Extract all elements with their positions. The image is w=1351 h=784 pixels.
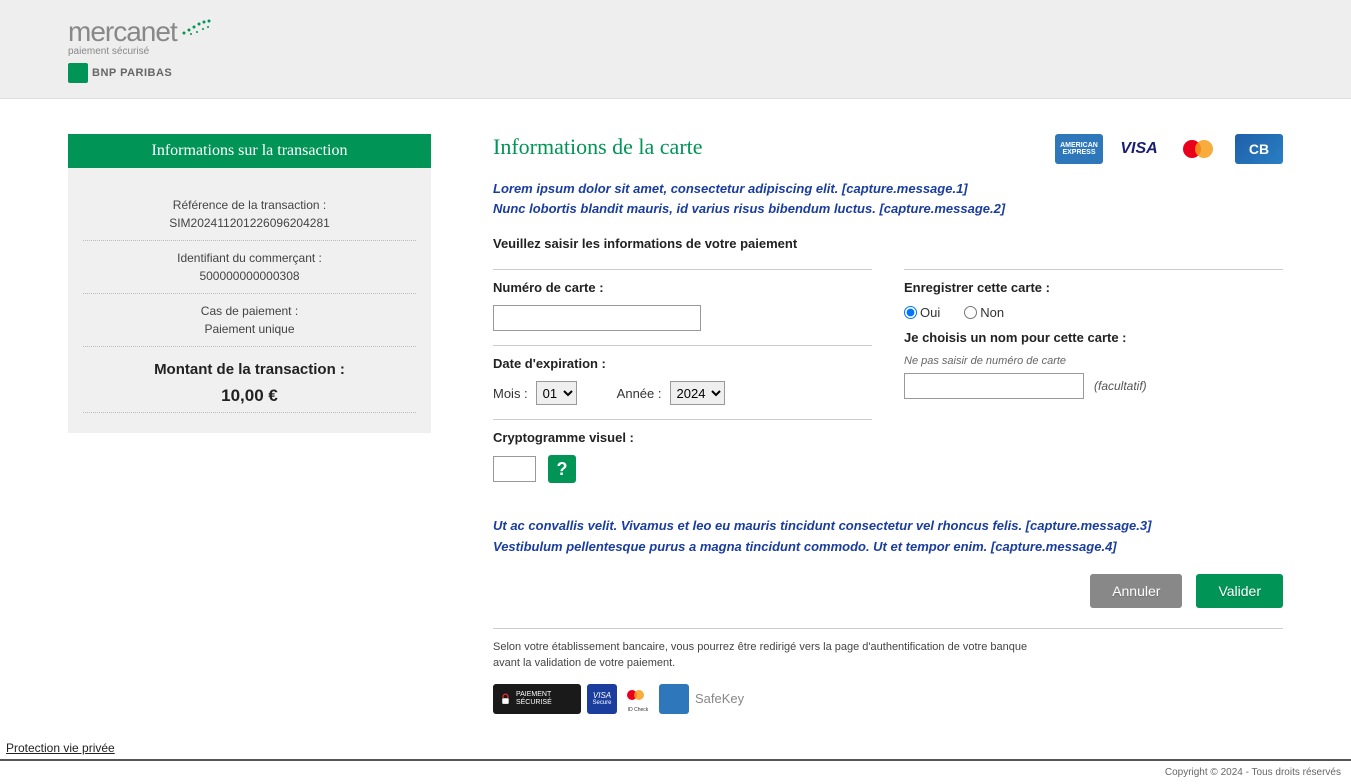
secure-payment-badge: PAIEMENT SÉCURISÉ [493, 684, 581, 714]
save-card-group: Enregistrer cette carte : Oui Non Je cho… [904, 269, 1283, 413]
page-title: Informations de la carte [493, 134, 703, 160]
save-card-label: Enregistrer cette carte : [904, 280, 1283, 295]
month-select[interactable]: 01 [536, 381, 577, 405]
bank-redirect-notice: Selon votre établissement bancaire, vous… [493, 639, 1053, 672]
transaction-reference-row: Référence de la transaction : SIM2024112… [83, 188, 416, 241]
radio-no-item[interactable]: Non [964, 305, 1004, 320]
radio-no[interactable] [964, 306, 977, 319]
card-name-label: Je choisis un nom pour cette carte : [904, 330, 1283, 345]
cvv-label: Cryptogramme visuel : [493, 430, 872, 445]
logo-tagline: paiement sécurisé [68, 46, 219, 57]
radio-yes-item[interactable]: Oui [904, 305, 940, 320]
cancel-button[interactable]: Annuler [1090, 574, 1182, 608]
capture-message-2: Nunc lobortis blandit mauris, id varius … [493, 200, 1283, 218]
merchant-label: Identifiant du commerçant : [83, 251, 416, 265]
privacy-link[interactable]: Protection vie privée [6, 741, 115, 755]
card-name-input[interactable] [904, 373, 1084, 399]
card-number-input[interactable] [493, 305, 701, 331]
radio-yes-label: Oui [920, 305, 940, 320]
year-label: Année : [617, 386, 662, 401]
cvv-input[interactable] [493, 456, 536, 482]
bnp-logo: BNP PARIBAS [68, 63, 219, 83]
amex-badge [659, 684, 689, 714]
transaction-sidebar: Informations sur la transaction Référenc… [68, 134, 431, 433]
logo-block: mercanet paiement sécurisé BNP PARIBAS [68, 16, 219, 83]
expiry-label: Date d'expiration : [493, 356, 872, 371]
amount-label: Montant de la transaction : [83, 361, 416, 378]
case-label: Cas de paiement : [83, 304, 416, 318]
amount-row: Montant de la transaction : 10,00 € [83, 347, 416, 413]
bnp-text: BNP PARIBAS [92, 67, 172, 79]
capture-message-3: Ut ac convallis velit. Vivamus et leo eu… [493, 517, 1283, 535]
logo-brand: mercanet [68, 16, 177, 48]
amount-value: 10,00 € [83, 386, 416, 406]
mastercard-icon [1175, 134, 1223, 164]
submit-button[interactable]: Valider [1196, 574, 1283, 608]
card-name-hint: Ne pas saisir de numéro de carte [904, 355, 1283, 367]
privacy-bar: Protection vie privée [0, 734, 1351, 761]
accepted-cards: AMERICANEXPRESS VISA CB [1055, 134, 1283, 164]
capture-message-4: Vestibulum pellentesque purus a magna ti… [493, 538, 1283, 556]
expiry-group: Date d'expiration : Mois : 01 Année : 20… [493, 345, 872, 419]
security-badges: PAIEMENT SÉCURISÉ VISASecure ID Check Sa… [493, 684, 1283, 714]
cvv-help-button[interactable]: ? [548, 455, 576, 483]
visa-icon: VISA [1115, 134, 1163, 164]
cb-icon: CB [1235, 134, 1283, 164]
optional-hint: (facultatif) [1094, 379, 1147, 393]
merchant-id-row: Identifiant du commerçant : 500000000000… [83, 241, 416, 294]
copyright: Copyright © 2024 - Tous droits réservés [0, 761, 1351, 784]
payment-case-row: Cas de paiement : Paiement unique [83, 294, 416, 347]
cvv-group: Cryptogramme visuel : ? [493, 419, 872, 497]
visa-secure-badge: VISASecure [587, 684, 617, 714]
month-label: Mois : [493, 386, 528, 401]
radio-yes[interactable] [904, 306, 917, 319]
logo-dots-icon [179, 18, 219, 38]
main-form: Informations de la carte AMERICANEXPRESS… [493, 134, 1283, 714]
reference-label: Référence de la transaction : [83, 198, 416, 212]
lock-icon [499, 691, 512, 707]
safekey-text: SafeKey [695, 691, 744, 706]
header: mercanet paiement sécurisé BNP PARIBAS [0, 0, 1351, 99]
reference-value: SIM202411201226096204281 [83, 216, 416, 230]
bnp-square-icon [68, 63, 88, 83]
merchant-value: 500000000000308 [83, 269, 416, 283]
radio-no-label: Non [980, 305, 1004, 320]
mc-idcheck-badge: ID Check [623, 684, 653, 714]
sidebar-title: Informations sur la transaction [68, 134, 431, 168]
year-select[interactable]: 2024 [670, 381, 725, 405]
card-number-label: Numéro de carte : [493, 280, 872, 295]
card-number-group: Numéro de carte : [493, 269, 872, 345]
capture-message-1: Lorem ipsum dolor sit amet, consectetur … [493, 180, 1283, 198]
case-value: Paiement unique [83, 322, 416, 336]
form-instruction: Veuillez saisir les informations de votr… [493, 236, 1283, 251]
amex-icon: AMERICANEXPRESS [1055, 134, 1103, 164]
